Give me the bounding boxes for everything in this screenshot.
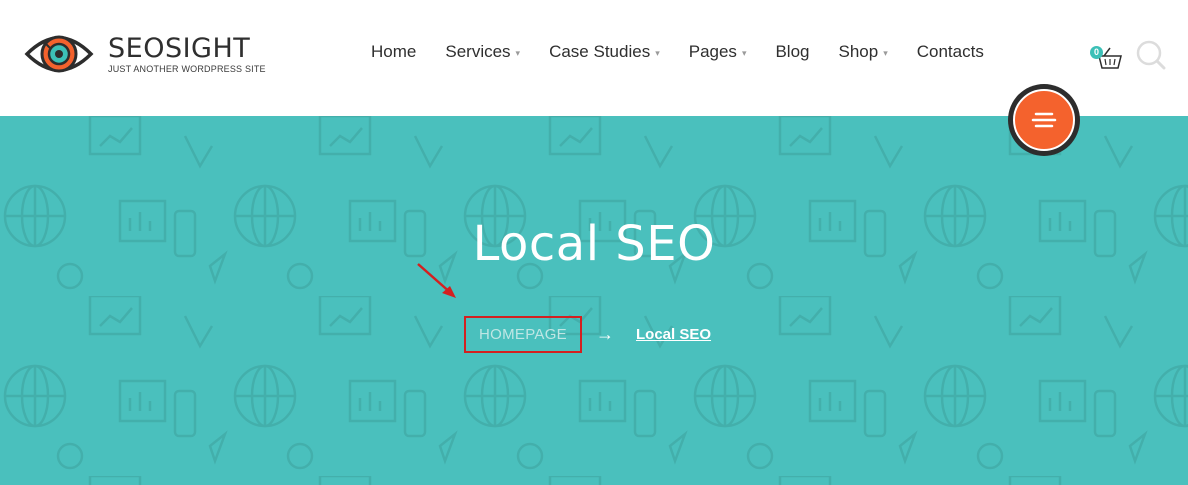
cart-button[interactable]: 0 bbox=[1090, 44, 1124, 70]
nav-label: Shop bbox=[838, 42, 879, 61]
nav-label: Services bbox=[445, 42, 511, 61]
nav-item-pages[interactable]: Pages ▾ bbox=[689, 42, 747, 62]
background-pattern bbox=[0, 116, 1188, 485]
arrow-right-icon: → bbox=[596, 324, 614, 344]
site-name: SEOSIGHT bbox=[108, 32, 251, 64]
breadcrumb-home-link[interactable]: HOMEPAGE bbox=[464, 316, 582, 353]
nav-label: Blog bbox=[775, 42, 810, 61]
nav-item-home[interactable]: Home bbox=[371, 42, 416, 62]
search-icon bbox=[1136, 40, 1166, 70]
chevron-down-icon: ▾ bbox=[515, 47, 521, 58]
nav-label: Pages bbox=[688, 42, 737, 61]
hamburger-icon bbox=[1013, 89, 1075, 151]
nav-item-blog[interactable]: Blog bbox=[775, 42, 809, 62]
chevron-down-icon: ▾ bbox=[655, 47, 660, 58]
search-button[interactable] bbox=[1136, 40, 1166, 70]
nav-label: Case Studies bbox=[549, 42, 651, 61]
breadcrumb: HOMEPAGE → Local SEO bbox=[464, 316, 711, 353]
site-tagline: JUST ANOTHER WORDPRESS SITE bbox=[108, 63, 266, 74]
site-header: SEOSIGHT JUST ANOTHER WORDPRESS SITE Hom… bbox=[0, 0, 1188, 116]
page-hero: Local SEO HOMEPAGE → Local SEO bbox=[0, 116, 1188, 485]
menu-toggle-button[interactable] bbox=[1008, 84, 1080, 156]
chevron-down-icon: ▾ bbox=[883, 47, 888, 58]
site-logo[interactable]: SEOSIGHT JUST ANOTHER WORDPRESS SITE bbox=[24, 28, 266, 80]
eye-logo-icon bbox=[24, 35, 94, 73]
nav-item-shop[interactable]: Shop ▾ bbox=[839, 42, 888, 62]
chevron-down-icon: ▾ bbox=[741, 47, 747, 58]
annotation-arrow-icon bbox=[417, 263, 456, 298]
nav-item-case-studies[interactable]: Case Studies ▾ bbox=[549, 42, 660, 62]
nav-label: Contacts bbox=[916, 42, 984, 61]
nav-label: Home bbox=[371, 42, 417, 61]
main-nav: Home Services ▾ Case Studies ▾ Pages ▾ Blog… bbox=[371, 42, 1013, 62]
breadcrumb-current-link[interactable]: Local SEO bbox=[636, 326, 711, 343]
page-title: Local SEO bbox=[472, 216, 716, 272]
cart-count-badge: 0 bbox=[1090, 46, 1103, 59]
nav-item-contacts[interactable]: Contacts bbox=[917, 42, 984, 62]
nav-item-services[interactable]: Services ▾ bbox=[445, 42, 520, 62]
